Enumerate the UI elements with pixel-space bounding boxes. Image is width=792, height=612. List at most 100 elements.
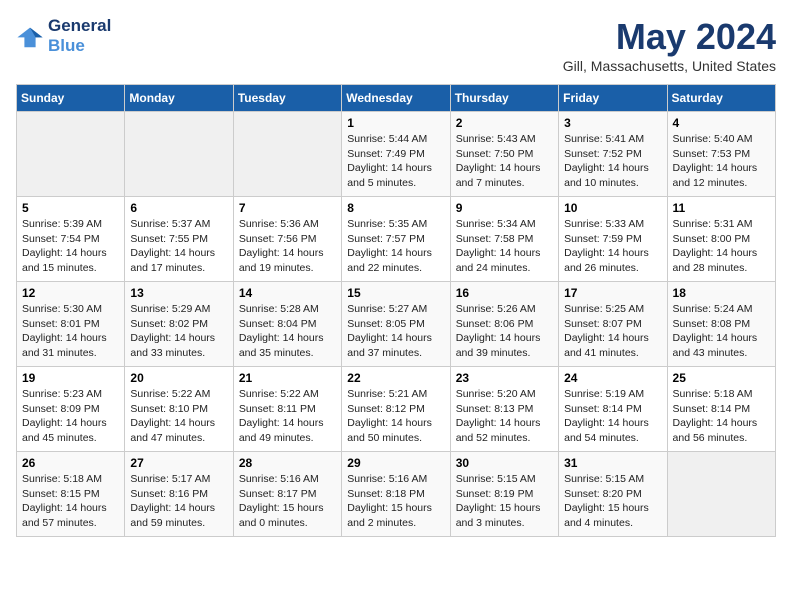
day-number: 12	[22, 286, 119, 300]
day-info: Sunrise: 5:16 AM Sunset: 8:18 PM Dayligh…	[347, 472, 444, 531]
day-info: Sunrise: 5:16 AM Sunset: 8:17 PM Dayligh…	[239, 472, 336, 531]
day-info: Sunrise: 5:18 AM Sunset: 8:15 PM Dayligh…	[22, 472, 119, 531]
calendar-cell: 11 Sunrise: 5:31 AM Sunset: 8:00 PM Dayli…	[667, 197, 775, 282]
day-info: Sunrise: 5:23 AM Sunset: 8:09 PM Dayligh…	[22, 387, 119, 446]
col-header-wednesday: Wednesday	[342, 85, 450, 112]
day-number: 11	[673, 201, 770, 215]
calendar-cell	[667, 452, 775, 537]
calendar-cell: 19 Sunrise: 5:23 AM Sunset: 8:09 PM Dayli…	[17, 367, 125, 452]
calendar-cell: 9Sunrise: 5:34 AM Sunset: 7:58 PM Daylig…	[450, 197, 558, 282]
day-number: 27	[130, 456, 227, 470]
calendar-cell	[233, 112, 341, 197]
day-info: Sunrise: 5:25 AM Sunset: 8:07 PM Dayligh…	[564, 302, 661, 361]
calendar-cell: 14Sunrise: 5:28 AM Sunset: 8:04 PM Dayli…	[233, 282, 341, 367]
calendar-cell	[17, 112, 125, 197]
col-header-tuesday: Tuesday	[233, 85, 341, 112]
day-number: 1	[347, 116, 444, 130]
day-number: 25	[673, 371, 770, 385]
calendar-cell: 22 Sunrise: 5:21 AM Sunset: 8:12 PM Dayli…	[342, 367, 450, 452]
day-info: Sunrise: 5:43 AM Sunset: 7:50 PM Dayligh…	[456, 132, 553, 191]
day-info: Sunrise: 5:21 AM Sunset: 8:12 PM Dayligh…	[347, 387, 444, 446]
day-number: 16	[456, 286, 553, 300]
calendar-cell: 31 Sunrise: 5:15 AM Sunset: 8:20 PM Dayli…	[559, 452, 667, 537]
day-number: 5	[22, 201, 119, 215]
calendar-header-row: SundayMondayTuesdayWednesdayThursdayFrid…	[17, 85, 776, 112]
day-number: 30	[456, 456, 553, 470]
day-info: Sunrise: 5:33 AM Sunset: 7:59 PM Dayligh…	[564, 217, 661, 276]
day-info: Sunrise: 5:18 AM Sunset: 8:14 PM Dayligh…	[673, 387, 770, 446]
day-info: Sunrise: 5:44 AM Sunset: 7:49 PM Dayligh…	[347, 132, 444, 191]
day-number: 18	[673, 286, 770, 300]
calendar-cell: 17 Sunrise: 5:25 AM Sunset: 8:07 PM Dayli…	[559, 282, 667, 367]
calendar-cell: 28Sunrise: 5:16 AM Sunset: 8:17 PM Dayli…	[233, 452, 341, 537]
col-header-thursday: Thursday	[450, 85, 558, 112]
day-info: Sunrise: 5:22 AM Sunset: 8:10 PM Dayligh…	[130, 387, 227, 446]
day-info: Sunrise: 5:28 AM Sunset: 8:04 PM Dayligh…	[239, 302, 336, 361]
day-number: 2	[456, 116, 553, 130]
calendar-cell: 27 Sunrise: 5:17 AM Sunset: 8:16 PM Dayli…	[125, 452, 233, 537]
calendar-cell: 20 Sunrise: 5:22 AM Sunset: 8:10 PM Dayli…	[125, 367, 233, 452]
day-info: Sunrise: 5:26 AM Sunset: 8:06 PM Dayligh…	[456, 302, 553, 361]
calendar-cell: 6 Sunrise: 5:37 AM Sunset: 7:55 PM Daylig…	[125, 197, 233, 282]
calendar-cell: 1 Sunrise: 5:44 AM Sunset: 7:49 PM Daylig…	[342, 112, 450, 197]
day-info: Sunrise: 5:19 AM Sunset: 8:14 PM Dayligh…	[564, 387, 661, 446]
calendar-week-row: 1 Sunrise: 5:44 AM Sunset: 7:49 PM Daylig…	[17, 112, 776, 197]
calendar-cell: 23Sunrise: 5:20 AM Sunset: 8:13 PM Dayli…	[450, 367, 558, 452]
col-header-friday: Friday	[559, 85, 667, 112]
day-number: 10	[564, 201, 661, 215]
day-info: Sunrise: 5:30 AM Sunset: 8:01 PM Dayligh…	[22, 302, 119, 361]
calendar-title: May 2024	[563, 16, 776, 58]
day-info: Sunrise: 5:37 AM Sunset: 7:55 PM Dayligh…	[130, 217, 227, 276]
calendar-cell: 26 Sunrise: 5:18 AM Sunset: 8:15 PM Dayli…	[17, 452, 125, 537]
day-info: Sunrise: 5:17 AM Sunset: 8:16 PM Dayligh…	[130, 472, 227, 531]
col-header-sunday: Sunday	[17, 85, 125, 112]
day-number: 22	[347, 371, 444, 385]
day-info: Sunrise: 5:15 AM Sunset: 8:20 PM Dayligh…	[564, 472, 661, 531]
calendar-cell: 10 Sunrise: 5:33 AM Sunset: 7:59 PM Dayli…	[559, 197, 667, 282]
calendar-cell	[125, 112, 233, 197]
calendar-cell: 4Sunrise: 5:40 AM Sunset: 7:53 PM Daylig…	[667, 112, 775, 197]
calendar-cell: 5 Sunrise: 5:39 AM Sunset: 7:54 PM Daylig…	[17, 197, 125, 282]
calendar-cell: 12 Sunrise: 5:30 AM Sunset: 8:01 PM Dayli…	[17, 282, 125, 367]
day-number: 7	[239, 201, 336, 215]
calendar-cell: 21Sunrise: 5:22 AM Sunset: 8:11 PM Dayli…	[233, 367, 341, 452]
calendar-subtitle: Gill, Massachusetts, United States	[563, 58, 776, 74]
logo: General Blue	[16, 16, 111, 57]
day-info: Sunrise: 5:36 AM Sunset: 7:56 PM Dayligh…	[239, 217, 336, 276]
logo-text: General Blue	[48, 16, 111, 57]
calendar-week-row: 19 Sunrise: 5:23 AM Sunset: 8:09 PM Dayli…	[17, 367, 776, 452]
day-number: 17	[564, 286, 661, 300]
calendar-cell: 2 Sunrise: 5:43 AM Sunset: 7:50 PM Daylig…	[450, 112, 558, 197]
day-number: 9	[456, 201, 553, 215]
day-info: Sunrise: 5:35 AM Sunset: 7:57 PM Dayligh…	[347, 217, 444, 276]
day-info: Sunrise: 5:31 AM Sunset: 8:00 PM Dayligh…	[673, 217, 770, 276]
title-block: May 2024 Gill, Massachusetts, United Sta…	[563, 16, 776, 74]
day-number: 29	[347, 456, 444, 470]
day-number: 21	[239, 371, 336, 385]
calendar-cell: 29 Sunrise: 5:16 AM Sunset: 8:18 PM Dayli…	[342, 452, 450, 537]
page-header: General Blue May 2024 Gill, Massachusett…	[16, 16, 776, 74]
calendar-week-row: 5 Sunrise: 5:39 AM Sunset: 7:54 PM Daylig…	[17, 197, 776, 282]
day-info: Sunrise: 5:40 AM Sunset: 7:53 PM Dayligh…	[673, 132, 770, 191]
day-number: 19	[22, 371, 119, 385]
calendar-cell: 13Sunrise: 5:29 AM Sunset: 8:02 PM Dayli…	[125, 282, 233, 367]
calendar-cell: 18 Sunrise: 5:24 AM Sunset: 8:08 PM Dayli…	[667, 282, 775, 367]
calendar-cell: 7 Sunrise: 5:36 AM Sunset: 7:56 PM Daylig…	[233, 197, 341, 282]
day-info: Sunrise: 5:15 AM Sunset: 8:19 PM Dayligh…	[456, 472, 553, 531]
day-number: 26	[22, 456, 119, 470]
day-number: 24	[564, 371, 661, 385]
calendar-cell: 8Sunrise: 5:35 AM Sunset: 7:57 PM Daylig…	[342, 197, 450, 282]
col-header-monday: Monday	[125, 85, 233, 112]
day-number: 31	[564, 456, 661, 470]
logo-bird-icon	[16, 22, 44, 50]
calendar-cell: 3Sunrise: 5:41 AM Sunset: 7:52 PM Daylig…	[559, 112, 667, 197]
day-info: Sunrise: 5:24 AM Sunset: 8:08 PM Dayligh…	[673, 302, 770, 361]
day-number: 6	[130, 201, 227, 215]
calendar-week-row: 12 Sunrise: 5:30 AM Sunset: 8:01 PM Dayli…	[17, 282, 776, 367]
day-number: 13	[130, 286, 227, 300]
day-number: 3	[564, 116, 661, 130]
day-number: 20	[130, 371, 227, 385]
calendar-cell: 30 Sunrise: 5:15 AM Sunset: 8:19 PM Dayli…	[450, 452, 558, 537]
day-info: Sunrise: 5:39 AM Sunset: 7:54 PM Dayligh…	[22, 217, 119, 276]
calendar-cell: 25 Sunrise: 5:18 AM Sunset: 8:14 PM Dayli…	[667, 367, 775, 452]
